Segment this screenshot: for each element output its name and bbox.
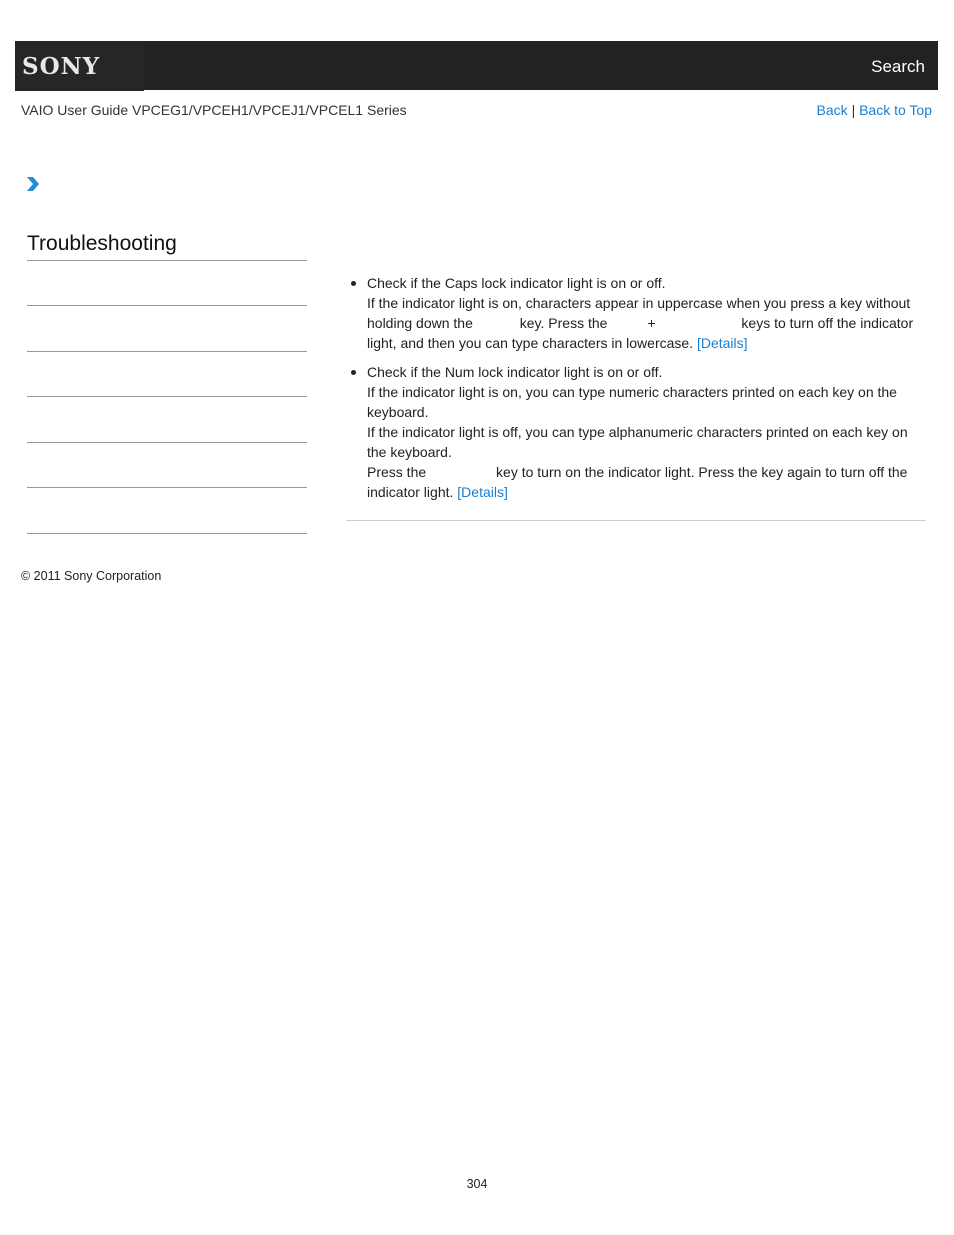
sidebar-item-divider bbox=[27, 533, 307, 534]
nav-links: Back | Back to Top bbox=[817, 102, 932, 118]
back-to-top-link[interactable]: Back to Top bbox=[859, 102, 932, 118]
search-link[interactable]: Search bbox=[871, 57, 925, 77]
item-text: If the indicator light is on, you can ty… bbox=[367, 384, 897, 420]
back-link[interactable]: Back bbox=[817, 102, 848, 118]
content-divider bbox=[346, 520, 926, 521]
item-text: If the indicator light is off, you can t… bbox=[367, 424, 908, 460]
top-header-bar: SONY Search bbox=[15, 41, 938, 92]
sidebar-item-divider bbox=[27, 396, 307, 397]
item-text: key. Press the bbox=[519, 315, 608, 331]
item-text: Press the bbox=[367, 464, 427, 480]
sidebar-divider bbox=[27, 260, 307, 261]
main-content: Check if the Caps lock indicator light i… bbox=[346, 273, 926, 511]
chevron-right-icon[interactable] bbox=[26, 176, 40, 192]
list-item-caps-lock: Check if the Caps lock indicator light i… bbox=[346, 273, 926, 353]
nav-separator: | bbox=[851, 102, 856, 118]
sidebar-item-divider bbox=[27, 442, 307, 443]
bullet bbox=[351, 370, 356, 375]
bullet bbox=[351, 281, 356, 286]
item-heading: Check if the Caps lock indicator light i… bbox=[367, 275, 666, 291]
item-heading: Check if the Num lock indicator light is… bbox=[367, 364, 663, 380]
checklist: Check if the Caps lock indicator light i… bbox=[346, 273, 926, 502]
section-title: Troubleshooting bbox=[27, 232, 177, 255]
page-number: 304 bbox=[466, 1177, 488, 1191]
sidebar-item-divider bbox=[27, 305, 307, 306]
details-link[interactable]: [Details] bbox=[697, 335, 748, 351]
item-text: + bbox=[647, 315, 656, 331]
list-item-num-lock: Check if the Num lock indicator light is… bbox=[346, 362, 926, 502]
details-link[interactable]: [Details] bbox=[457, 484, 508, 500]
copyright: © 2011 Sony Corporation bbox=[21, 569, 162, 583]
sidebar-item-divider bbox=[27, 351, 307, 352]
sidebar-item-divider bbox=[27, 487, 307, 488]
item-text: key to turn on the indicator light. Pres… bbox=[367, 464, 908, 500]
guide-title: VAIO User Guide VPCEG1/VPCEH1/VPCEJ1/VPC… bbox=[21, 102, 407, 118]
sony-logo: SONY bbox=[22, 53, 101, 80]
sony-logo-box: SONY bbox=[15, 41, 144, 92]
